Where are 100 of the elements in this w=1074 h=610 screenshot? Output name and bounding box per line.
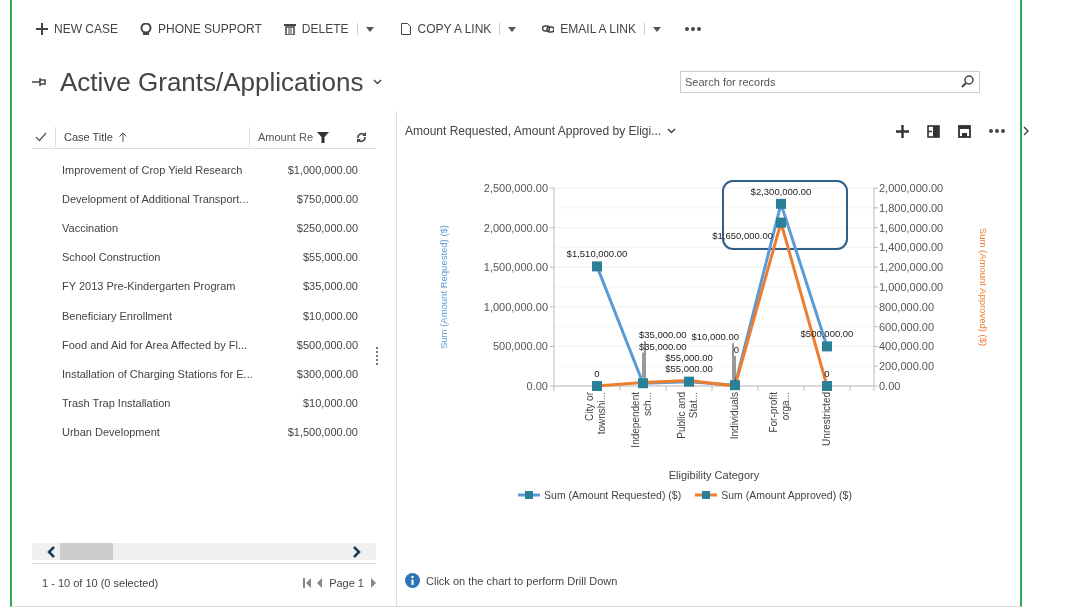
checkmark-icon[interactable]	[35, 132, 47, 142]
data-label: $10,000.00	[691, 331, 739, 343]
grid-row[interactable]: Development of Additional Transport... $750,000.00	[32, 184, 376, 214]
caret-down-icon[interactable]	[508, 26, 517, 32]
grid-row[interactable]: Beneficiary Enrollment $10,000.00	[32, 300, 376, 331]
trash-icon	[283, 23, 296, 35]
plus-icon	[36, 23, 48, 35]
refresh-icon[interactable]	[356, 131, 367, 143]
category-label: Unrestricted	[821, 392, 832, 446]
axis-tick-label: 1,400,000.00	[879, 241, 944, 254]
column-header[interactable]: Amount Re	[249, 127, 348, 147]
more-icon[interactable]	[989, 129, 1005, 133]
chevron-down-icon[interactable]	[667, 128, 677, 134]
axis-tick-label: 600,000.00	[879, 320, 935, 333]
axis-tick-label: 1,000,000.00	[879, 281, 944, 293]
chart-title[interactable]: Amount Requested, Amount Approved by Eligi...	[405, 124, 662, 138]
axis-title: Sum (Amount Requested) ($)	[438, 224, 449, 350]
next-page-icon[interactable]	[371, 578, 376, 588]
hint-text: Click on the chart to perform Drill Down	[426, 574, 618, 587]
chevron-right-icon[interactable]	[1023, 126, 1029, 136]
data-point	[684, 376, 694, 387]
category-label: Individuals	[729, 392, 740, 440]
scrollbar[interactable]	[32, 543, 376, 560]
axis-tick-label: 0.00	[879, 380, 901, 392]
link-icon	[542, 23, 555, 35]
data-point	[776, 198, 786, 209]
axis-tick-label: 800,000.00	[879, 300, 935, 313]
legend-label: Sum (Amount Requested) ($)	[544, 489, 682, 501]
data-label: $35,000.00	[639, 329, 687, 341]
caret-down-icon[interactable]	[652, 26, 661, 32]
axis-tick-label: 200,000.00	[879, 360, 935, 373]
category-label: Public and Stat...	[676, 392, 699, 439]
scroll-thumb[interactable]	[60, 543, 113, 560]
previous-page-icon[interactable]	[317, 578, 323, 588]
data-label: 0	[824, 368, 830, 379]
more-icon[interactable]	[684, 27, 701, 31]
toolbar-button[interactable]: NEW CASE	[32, 20, 122, 38]
data-label: 0	[594, 368, 600, 379]
grid-row[interactable]: Food and Aid for Area Affected by Fl... $500,000.00	[32, 330, 376, 360]
caret-down-icon[interactable]	[365, 26, 374, 32]
filter-icon	[317, 131, 330, 143]
grid-row[interactable]: Vaccination $250,000.00	[32, 213, 376, 243]
expand-panel-icon[interactable]	[927, 124, 940, 138]
data-point	[638, 378, 648, 389]
axis-tick-label: 1,000,000.00	[483, 300, 548, 313]
axis-title: Eligibility Category	[668, 469, 760, 481]
view-title[interactable]: Active Grants/Applications	[60, 66, 364, 98]
data-label: $55,000.00	[665, 362, 713, 374]
category-label: For-profit orga...	[768, 392, 791, 433]
data-label: $35,000.00	[639, 340, 687, 352]
grid-row[interactable]: Improvement of Crop Yield Research $1,000,000.00	[32, 155, 376, 185]
data-point	[592, 381, 602, 391]
pin-icon[interactable]	[32, 77, 46, 87]
data-label: $1,510,000.00	[566, 248, 628, 260]
axis-tick-label: 1,200,000.00	[879, 261, 944, 274]
column-header[interactable]: Case Title	[55, 127, 249, 147]
page-number: Page 1	[329, 577, 364, 589]
info-icon	[405, 573, 420, 588]
grid-row[interactable]: FY 2013 Pre-Kindergarten Program $35,000.00	[32, 271, 376, 301]
toolbar-button[interactable]: EMAIL A LINK	[538, 20, 640, 38]
data-point	[730, 380, 740, 391]
document-icon	[399, 23, 412, 35]
save-icon[interactable]	[958, 124, 971, 138]
axis-tick-label: 2,000,000.00	[483, 221, 548, 234]
data-point	[592, 261, 602, 272]
data-point	[822, 381, 832, 391]
axis-tick-label: 2,000,000.00	[879, 182, 944, 194]
search-icon	[961, 75, 974, 88]
toolbar-button[interactable]: DELETE	[279, 20, 353, 38]
data-label: $2,300,000.00	[750, 185, 812, 197]
grid-row[interactable]: Urban Development $1,500,000.00	[32, 417, 376, 447]
data-label: $55,000.00	[665, 351, 713, 363]
grid-row[interactable]: School Construction $55,000.00	[32, 242, 376, 272]
axis-tick-label: 1,600,000.00	[879, 221, 944, 234]
legend-label: Sum (Amount Approved) ($)	[721, 489, 852, 501]
resize-handle-icon[interactable]	[376, 347, 378, 367]
record-count: 1 - 10 of 10 (0 selected)	[42, 577, 159, 589]
grid-row[interactable]: Installation of Charging Stations for E... $300,000.00	[32, 359, 376, 389]
axis-tick-label: 400,000.00	[879, 340, 935, 353]
data-point	[822, 341, 832, 352]
axis-tick-label: 500,000.00	[492, 340, 548, 353]
first-page-icon[interactable]	[303, 578, 313, 588]
chevron-down-icon[interactable]	[373, 79, 383, 85]
chevron-right-icon	[352, 545, 361, 558]
axis-tick-label: 0.00	[526, 380, 548, 392]
plus-icon[interactable]	[896, 124, 909, 138]
category-label: Independent sch...	[630, 392, 653, 448]
grid-row[interactable]: Trash Trap Installation $10,000.00	[32, 388, 376, 418]
chevron-left-icon	[47, 545, 56, 558]
toolbar-button[interactable]: COPY A LINK	[395, 20, 496, 38]
up-arrow-icon	[118, 132, 127, 142]
data-label: 0	[733, 344, 739, 355]
category-label: City or townshi...	[584, 392, 607, 435]
toolbar-button[interactable]: PHONE SUPPORT	[136, 20, 266, 38]
search-field[interactable]: Search for records	[680, 71, 980, 93]
axis-tick-label: 1,800,000.00	[879, 201, 944, 214]
axis-tick-label: 2,500,000.00	[483, 182, 548, 194]
axis-tick-label: 1,500,000.00	[483, 261, 548, 274]
data-point	[776, 217, 786, 228]
axis-title: Sum (Amount Approved) ($)	[978, 227, 989, 347]
